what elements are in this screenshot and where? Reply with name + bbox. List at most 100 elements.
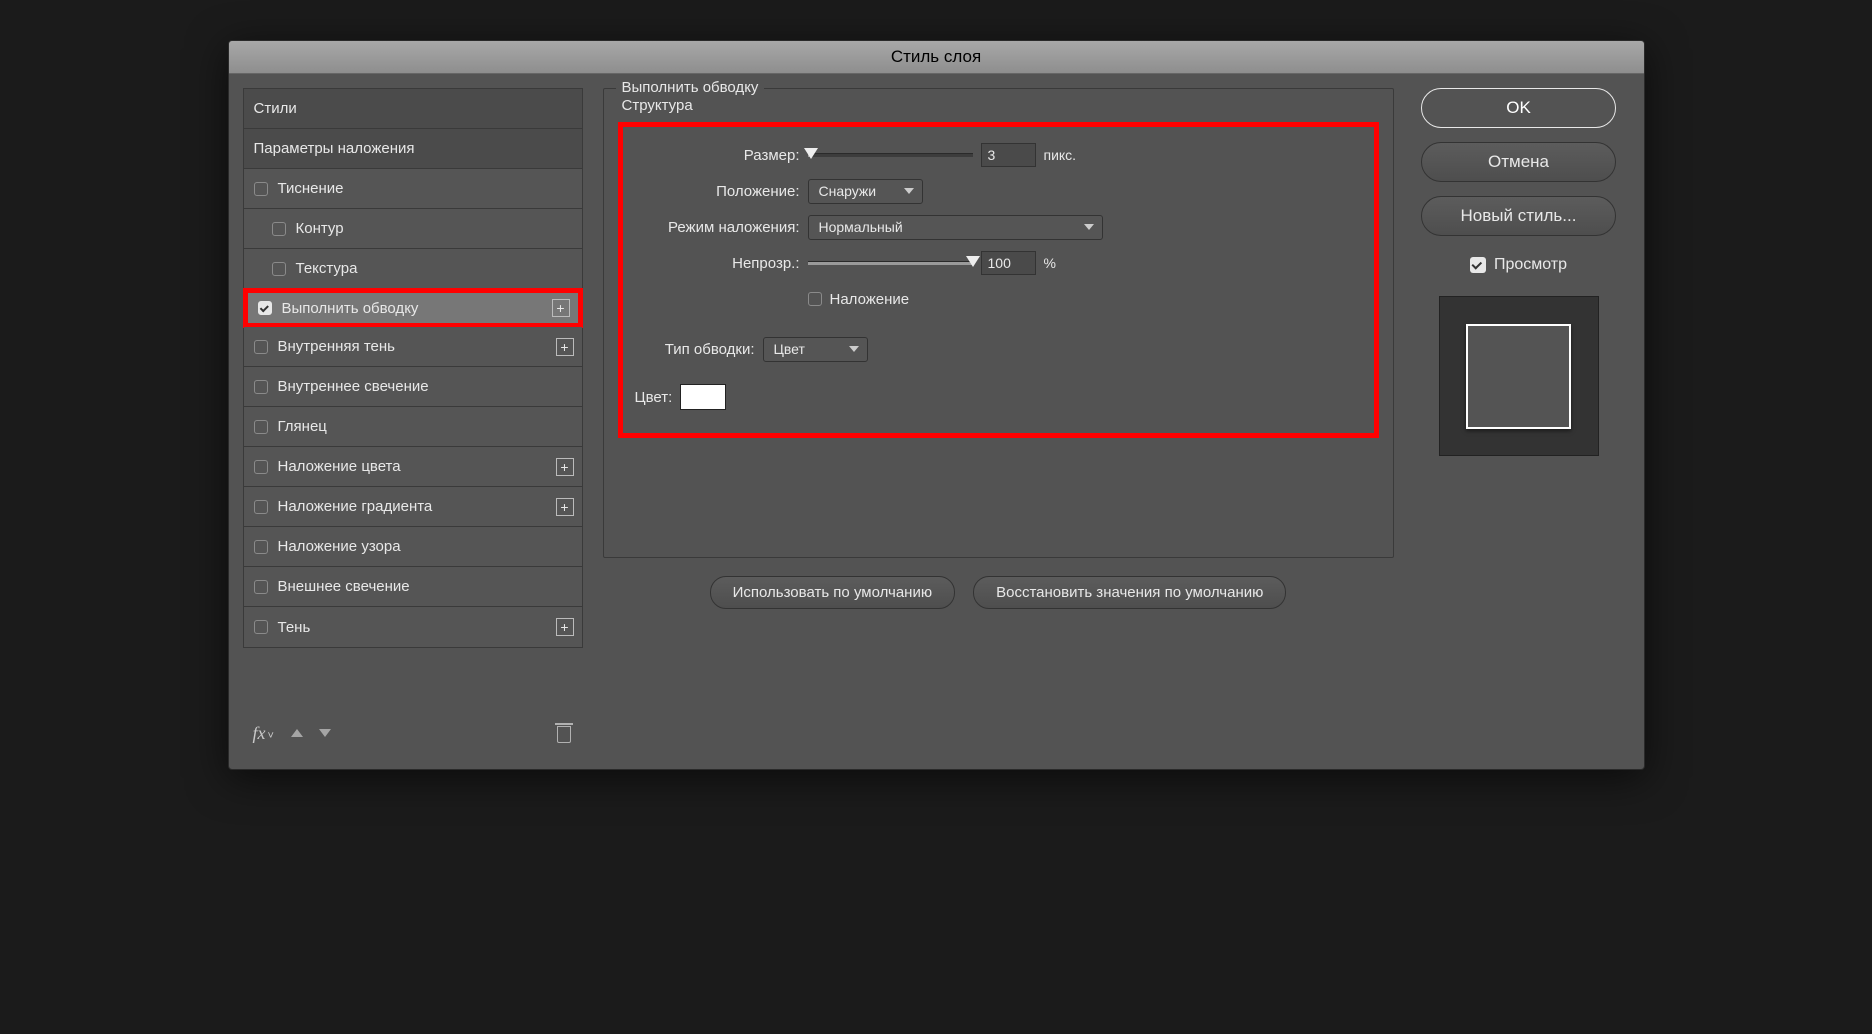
fill-type-row: Тип обводки: Цвет [635,331,1362,367]
position-label: Положение: [635,183,800,200]
color-row: Цвет: [635,379,1362,415]
ok-button[interactable]: OK [1421,88,1616,128]
dialog-body: Стили Параметры наложения Тиснение Конту… [229,74,1644,769]
sidebar-footer: fx˅ [243,711,583,755]
checkbox-bevel[interactable] [254,182,268,196]
blend-row: Режим наложения: Нормальный [635,209,1362,245]
add-effect-icon[interactable]: + [552,299,570,317]
size-label: Размер: [635,147,800,164]
move-down-icon[interactable] [316,724,334,742]
sidebar-blending-label: Параметры наложения [254,140,415,157]
checkbox-color-overlay[interactable] [254,460,268,474]
sidebar-item-pattern-overlay[interactable]: Наложение узора [244,527,582,567]
sidebar-list: Стили Параметры наложения Тиснение Конту… [243,88,583,648]
preview-toggle[interactable]: Просмотр [1470,256,1567,274]
opacity-unit: % [1044,255,1056,271]
opacity-input[interactable] [981,251,1036,275]
blend-mode-select[interactable]: Нормальный [808,215,1103,240]
button-label: OK [1506,98,1531,118]
sidebar-item-stroke[interactable]: Выполнить обводку + [243,288,583,328]
checkbox-texture[interactable] [272,262,286,276]
sidebar-item-satin[interactable]: Глянец [244,407,582,447]
size-input[interactable] [981,143,1036,167]
sidebar-item-bevel[interactable]: Тиснение [244,169,582,209]
layer-style-dialog: Стиль слоя Стили Параметры наложения Тис… [228,40,1645,770]
slider-thumb-icon[interactable] [804,148,818,159]
checkbox-inner-shadow[interactable] [254,340,268,354]
position-select[interactable]: Снаружи [808,179,923,204]
trash-icon[interactable] [555,723,573,743]
opacity-label: Непрозр.: [635,255,800,272]
checkbox-outer-glow[interactable] [254,580,268,594]
checkbox-pattern-overlay[interactable] [254,540,268,554]
sidebar-item-label: Глянец [278,418,327,435]
sidebar-item-contour[interactable]: Контур [244,209,582,249]
checkbox-contour[interactable] [272,222,286,236]
new-style-button[interactable]: Новый стиль... [1421,196,1616,236]
dialog-titlebar[interactable]: Стиль слоя [229,41,1644,74]
sidebar-item-label: Контур [296,220,344,237]
position-row: Положение: Снаружи [635,173,1362,209]
preview-box [1439,296,1599,456]
button-label: Отмена [1488,152,1549,172]
button-label: Новый стиль... [1461,206,1577,226]
sidebar-item-label: Внутренняя тень [278,338,395,355]
opacity-row: Непрозр.: % [635,245,1362,281]
blend-value: Нормальный [819,219,903,235]
checkbox-gradient-overlay[interactable] [254,500,268,514]
fx-menu-icon[interactable]: fx˅ [253,723,274,744]
slider-thumb-icon[interactable] [966,256,980,267]
sidebar-item-outer-glow[interactable]: Внешнее свечение [244,567,582,607]
sidebar-item-label: Выполнить обводку [282,300,419,317]
fill-type-select[interactable]: Цвет [763,337,868,362]
defaults-buttons: Использовать по умолчанию Восстановить з… [603,576,1394,609]
sidebar-item-drop-shadow[interactable]: Тень + [244,607,582,647]
position-value: Снаружи [819,183,877,199]
preview-swatch [1466,324,1571,429]
sidebar-item-label: Внешнее свечение [278,578,410,595]
sidebar-item-inner-glow[interactable]: Внутреннее свечение [244,367,582,407]
reset-default-button[interactable]: Восстановить значения по умолчанию [973,576,1286,609]
make-default-button[interactable]: Использовать по умолчанию [710,576,955,609]
sidebar-item-inner-shadow[interactable]: Внутренняя тень + [244,327,582,367]
sidebar-item-color-overlay[interactable]: Наложение цвета + [244,447,582,487]
add-effect-icon[interactable]: + [556,498,574,516]
sidebar-blending-options[interactable]: Параметры наложения [244,129,582,169]
settings-panel: Выполнить обводку Структура Размер: пикс… [603,88,1394,755]
overprint-checkbox[interactable] [808,292,822,306]
sidebar-item-label: Наложение градиента [278,498,433,515]
color-swatch[interactable] [680,384,726,410]
dialog-title: Стиль слоя [891,47,981,67]
styles-sidebar: Стили Параметры наложения Тиснение Конту… [243,88,583,755]
checkbox-stroke[interactable] [258,301,272,315]
checkbox-inner-glow[interactable] [254,380,268,394]
structure-legend: Структура [622,97,1379,114]
button-label: Использовать по умолчанию [733,584,932,601]
sidebar-styles-header[interactable]: Стили [244,89,582,129]
preview-checkbox[interactable] [1470,257,1486,273]
cancel-button[interactable]: Отмена [1421,142,1616,182]
sidebar-item-label: Тень [278,619,311,636]
sidebar-item-label: Тиснение [278,180,344,197]
fill-type-label: Тип обводки: [635,341,755,358]
add-effect-icon[interactable]: + [556,338,574,356]
size-row: Размер: пикс. [635,137,1362,173]
color-label: Цвет: [635,389,673,406]
add-effect-icon[interactable]: + [556,618,574,636]
overprint-row: Наложение [635,281,1362,317]
sidebar-item-label: Текстура [296,260,358,277]
sidebar-item-label: Наложение узора [278,538,401,555]
checkbox-drop-shadow[interactable] [254,620,268,634]
sidebar-item-label: Внутреннее свечение [278,378,429,395]
opacity-slider[interactable] [808,261,973,265]
sidebar-item-gradient-overlay[interactable]: Наложение градиента + [244,487,582,527]
sidebar-item-texture[interactable]: Текстура [244,249,582,289]
right-panel: OK Отмена Новый стиль... Просмотр [1414,88,1624,755]
size-slider[interactable] [808,153,973,157]
checkbox-satin[interactable] [254,420,268,434]
add-effect-icon[interactable]: + [556,458,574,476]
fill-type-value: Цвет [774,341,805,357]
button-label: Восстановить значения по умолчанию [996,584,1263,601]
overprint-label: Наложение [830,291,910,308]
move-up-icon[interactable] [288,724,306,742]
